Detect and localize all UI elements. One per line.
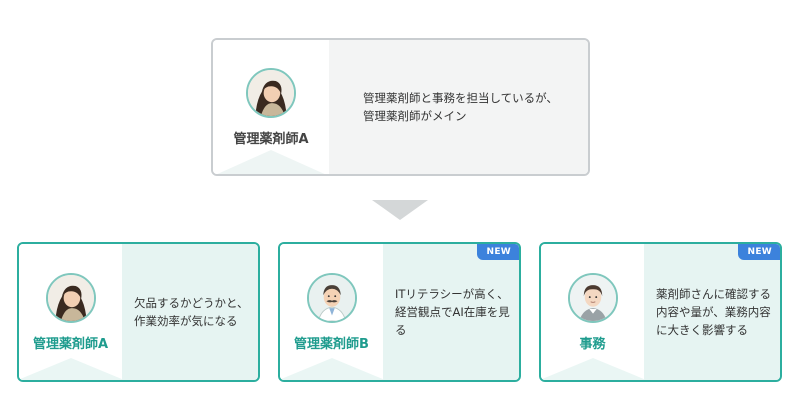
persona-card-pharmacist-b: 管理薬剤師B ITリテラシーが高く、 経営観点でAI在庫を見る NEW [278, 242, 521, 382]
persona-profile: 管理薬剤師B [280, 244, 383, 380]
clerk-avatar-icon [567, 272, 618, 323]
decorative-mountain [19, 358, 122, 380]
persona-name: 事務 [579, 336, 606, 352]
persona-profile: 管理薬剤師A [213, 40, 329, 174]
persona-name: 管理薬剤師A [32, 336, 109, 352]
persona-description: 薬剤師さんに確認する 内容や量が、業務内容 に大きく影響する [644, 244, 780, 380]
down-arrow-icon [372, 200, 428, 220]
decorative-mountain [213, 150, 329, 174]
persona-card-top: 管理薬剤師A 管理薬剤師と事務を担当しているが、 管理薬剤師がメイン [211, 38, 590, 176]
persona-profile: 事務 [541, 244, 644, 380]
persona-name: 管理薬剤師B [294, 336, 369, 352]
persona-name: 管理薬剤師A [233, 131, 309, 147]
woman-avatar-icon [45, 272, 96, 323]
persona-description: ITリテラシーが高く、 経営観点でAI在庫を見る [383, 244, 519, 380]
new-badge: NEW [477, 244, 519, 260]
man-mustache-avatar-icon [306, 272, 357, 323]
persona-description: 欠品するかどうかと、 作業効率が気になる [122, 244, 258, 380]
woman-avatar-icon [246, 67, 296, 118]
new-badge: NEW [738, 244, 780, 260]
persona-card-pharmacist-a: 管理薬剤師A 欠品するかどうかと、 作業効率が気になる [17, 242, 260, 382]
decorative-mountain [280, 358, 383, 380]
persona-profile: 管理薬剤師A [19, 244, 122, 380]
decorative-mountain [541, 358, 644, 380]
persona-card-clerk: 事務 薬剤師さんに確認する 内容や量が、業務内容 に大きく影響する NEW [539, 242, 782, 382]
persona-description: 管理薬剤師と事務を担当しているが、 管理薬剤師がメイン [329, 40, 588, 174]
